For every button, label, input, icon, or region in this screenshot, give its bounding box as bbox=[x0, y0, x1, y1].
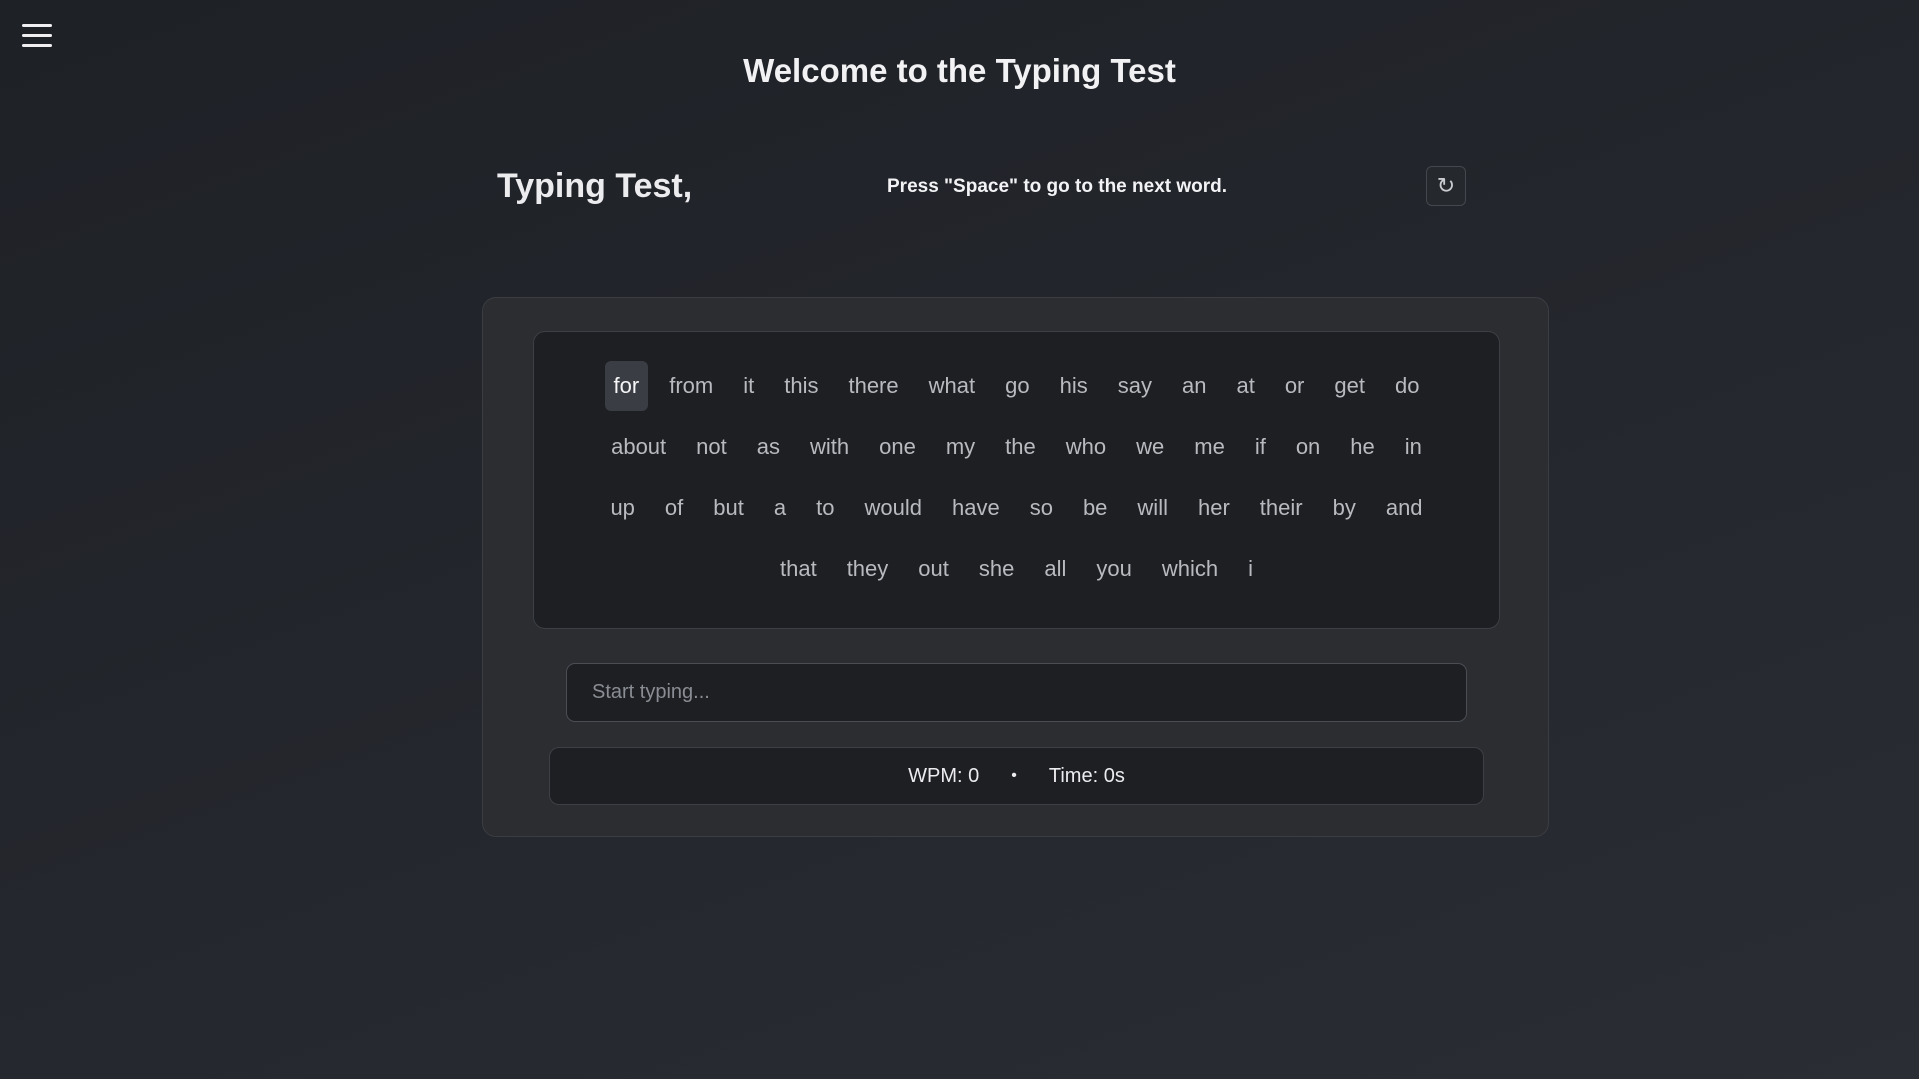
word: their bbox=[1259, 495, 1303, 520]
word: as bbox=[756, 434, 780, 459]
word: one bbox=[879, 434, 916, 459]
word: from bbox=[669, 373, 714, 398]
stats-bar: WPM: 0 • Time: 0s bbox=[549, 747, 1484, 805]
word: in bbox=[1404, 434, 1422, 459]
word: would bbox=[864, 495, 922, 520]
word: get bbox=[1334, 373, 1365, 398]
word: me bbox=[1194, 434, 1225, 459]
word: we bbox=[1136, 434, 1165, 459]
page-title: Welcome to the Typing Test bbox=[743, 52, 1176, 89]
word: an bbox=[1181, 373, 1207, 398]
word: at bbox=[1236, 373, 1255, 398]
word: but bbox=[713, 495, 744, 520]
typing-card: for from it this there what go his say an at or get d… bbox=[482, 297, 1549, 837]
word: this bbox=[784, 373, 819, 398]
current-word: for bbox=[604, 361, 649, 411]
word-line: for from it this there what go his say an at or get d… bbox=[566, 361, 1467, 411]
word: all bbox=[1044, 556, 1067, 581]
word-list: for from it this there what go his say an at or get d… bbox=[533, 331, 1500, 629]
test-header: Typing Test, Press "Space" to go to the … bbox=[497, 165, 1467, 210]
word: go bbox=[1005, 373, 1030, 398]
hamburger-menu-icon[interactable] bbox=[22, 24, 56, 50]
word-line: about not as with one my the who we me if on he in bbox=[566, 422, 1467, 472]
word: by bbox=[1332, 495, 1356, 520]
word: have bbox=[951, 495, 1000, 520]
word: they bbox=[846, 556, 889, 581]
word: if bbox=[1254, 434, 1266, 459]
word: out bbox=[918, 556, 949, 581]
word: i bbox=[1248, 556, 1253, 581]
word: about bbox=[611, 434, 667, 459]
typing-input[interactable] bbox=[566, 663, 1467, 722]
word: that bbox=[779, 556, 817, 581]
space-hint: Press "Space" to go to the next word. bbox=[887, 176, 1228, 197]
stats-separator: • bbox=[1011, 767, 1017, 784]
word: up bbox=[610, 495, 635, 520]
word: it bbox=[743, 373, 755, 398]
word: and bbox=[1385, 495, 1423, 520]
wpm-counter: WPM: 0 bbox=[908, 764, 980, 787]
word: which bbox=[1161, 556, 1219, 581]
word: a bbox=[773, 495, 787, 520]
word: you bbox=[1096, 556, 1132, 581]
word: so bbox=[1029, 495, 1053, 520]
word-line: up of but a to would have so be will her their by and bbox=[566, 483, 1467, 533]
word: he bbox=[1350, 434, 1375, 459]
word-line: that they out she all you which i bbox=[566, 544, 1467, 594]
brand-title: Typing Test, bbox=[497, 167, 693, 205]
word: who bbox=[1065, 434, 1107, 459]
word: or bbox=[1284, 373, 1305, 398]
word: on bbox=[1295, 434, 1321, 459]
time-counter: Time: 0s bbox=[1048, 764, 1125, 787]
app-root: Welcome to the Typing Test Typing Test, … bbox=[0, 0, 1919, 1079]
word: to bbox=[816, 495, 835, 520]
word: not bbox=[696, 434, 727, 459]
word: her bbox=[1197, 495, 1230, 520]
word: do bbox=[1394, 373, 1420, 398]
word: my bbox=[945, 434, 976, 459]
reset-icon: ↻ bbox=[1436, 173, 1456, 198]
reset-button[interactable]: ↻ bbox=[1426, 166, 1466, 206]
word: of bbox=[664, 495, 684, 520]
word: she bbox=[978, 556, 1015, 581]
word: there bbox=[848, 373, 899, 398]
word: be bbox=[1082, 495, 1108, 520]
word: what bbox=[928, 373, 976, 398]
word: the bbox=[1005, 434, 1036, 459]
word: with bbox=[810, 434, 850, 459]
word: his bbox=[1059, 373, 1088, 398]
word: say bbox=[1117, 373, 1152, 398]
word: will bbox=[1137, 495, 1168, 520]
